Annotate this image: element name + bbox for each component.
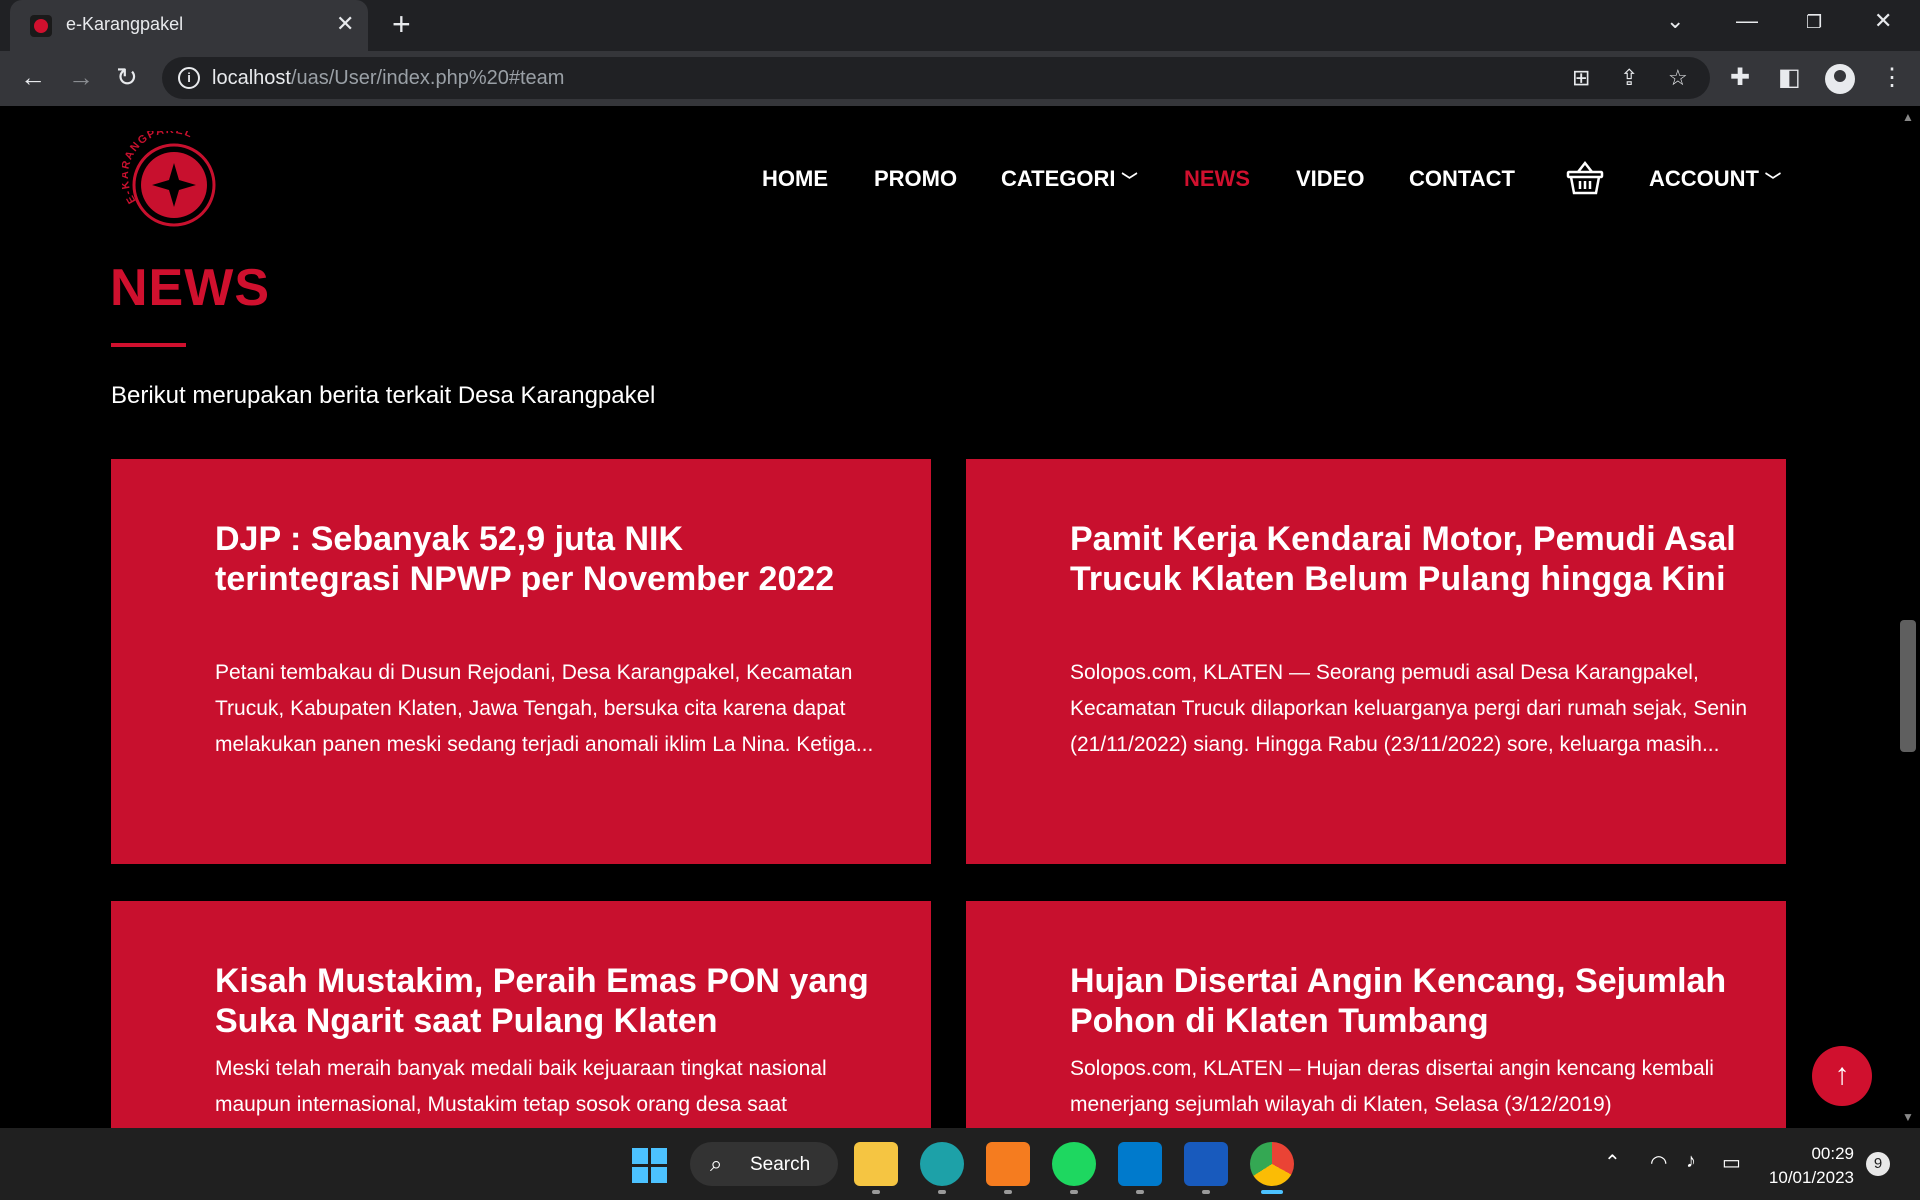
app-active-indicator xyxy=(1261,1190,1283,1194)
app-running-indicator xyxy=(872,1190,880,1194)
browser-tab[interactable]: e-Karangpakel ✕ xyxy=(10,0,368,51)
news-card-title[interactable]: DJP : Sebanyak 52,9 juta NIK terintegras… xyxy=(215,519,865,599)
nav-categori[interactable]: CATEGORI ﹀ xyxy=(1001,166,1138,192)
back-arrow-icon[interactable]: ← xyxy=(20,62,46,93)
menu-kebab-icon[interactable]: ⋮ xyxy=(1880,63,1904,92)
tray-overflow-chevron-icon[interactable]: ⌃ xyxy=(1604,1150,1621,1175)
back-to-top-button[interactable]: ↑ xyxy=(1812,1046,1872,1106)
scrollbar-thumb[interactable] xyxy=(1900,620,1916,752)
shopping-basket-icon[interactable] xyxy=(1566,160,1604,196)
browser-tabbar: e-Karangpakel ✕ + ⌄ — ❐ ✕ xyxy=(0,0,1920,51)
bookmark-star-icon[interactable]: ☆ xyxy=(1668,65,1688,91)
xampp-icon[interactable] xyxy=(986,1142,1030,1186)
close-tab-icon[interactable]: ✕ xyxy=(336,11,354,37)
vscode-icon[interactable] xyxy=(1118,1142,1162,1186)
volume-icon[interactable]: ♪ xyxy=(1686,1150,1696,1173)
side-panel-icon[interactable]: ◧ xyxy=(1778,63,1801,92)
arrow-up-icon: ↑ xyxy=(1834,1058,1850,1091)
news-card-excerpt: Solopos.com, KLATEN – Hujan deras disert… xyxy=(1070,1057,1714,1116)
news-card[interactable]: DJP : Sebanyak 52,9 juta NIK terintegras… xyxy=(111,459,931,864)
nav-categori-label: CATEGORI xyxy=(1001,166,1116,191)
spotify-icon[interactable] xyxy=(1052,1142,1096,1186)
new-tab-icon[interactable]: + xyxy=(392,6,411,43)
site-info-icon[interactable]: i xyxy=(178,67,200,89)
wifi-icon[interactable]: ◠ xyxy=(1650,1150,1667,1175)
clock-date: 10/01/2023 xyxy=(1768,1168,1854,1187)
taskbar-search-label: Search xyxy=(750,1154,811,1175)
news-card-title[interactable]: Hujan Disertai Angin Kencang, Sejumlah P… xyxy=(1070,961,1750,1041)
news-card[interactable]: Kisah Mustakim, Peraih Emas PON yang Suk… xyxy=(111,901,931,1128)
news-card-title[interactable]: Pamit Kerja Kendarai Motor, Pemudi Asal … xyxy=(1070,519,1750,599)
tab-search-chevron-icon[interactable]: ⌄ xyxy=(1666,8,1684,34)
nav-contact[interactable]: CONTACT xyxy=(1409,166,1515,192)
extensions-puzzle-icon[interactable]: ✚ xyxy=(1730,63,1750,92)
share-icon[interactable]: ⇪ xyxy=(1620,65,1638,91)
nav-video[interactable]: VIDEO xyxy=(1296,166,1364,192)
news-card-excerpt: Meski telah meraih banyak medali baik ke… xyxy=(215,1057,827,1116)
news-card-title[interactable]: Kisah Mustakim, Peraih Emas PON yang Suk… xyxy=(215,961,895,1041)
site-logo[interactable]: E-KARANGPAKEL xyxy=(122,131,218,227)
news-card-excerpt: Petani tembakau di Dusun Rejodani, Desa … xyxy=(215,661,874,756)
edge-browser-icon[interactable] xyxy=(920,1142,964,1186)
restore-icon[interactable]: ❐ xyxy=(1806,12,1822,33)
chrome-icon[interactable] xyxy=(1250,1142,1294,1186)
close-window-icon[interactable]: ✕ xyxy=(1874,8,1892,34)
translate-icon[interactable]: ⊞ xyxy=(1572,65,1590,91)
nav-account-label: ACCOUNT xyxy=(1649,166,1759,191)
chevron-down-icon: ﹀ xyxy=(1765,173,1782,190)
forward-arrow-icon[interactable]: → xyxy=(68,62,94,93)
app-running-indicator xyxy=(938,1190,946,1194)
nav-home[interactable]: HOME xyxy=(762,166,828,192)
scroll-up-icon[interactable]: ▲ xyxy=(1902,110,1914,124)
section-subtitle: Berikut merupakan berita terkait Desa Ka… xyxy=(111,382,656,409)
news-card-excerpt: Solopos.com, KLATEN — Seorang pemudi asa… xyxy=(1070,661,1748,756)
app-running-indicator xyxy=(1070,1190,1078,1194)
nav-promo[interactable]: PROMO xyxy=(874,166,957,192)
chevron-down-icon: ﹀ xyxy=(1121,173,1138,190)
scroll-down-icon[interactable]: ▼ xyxy=(1902,1110,1914,1124)
page-scrollbar[interactable]: ▲ ▼ xyxy=(1896,106,1920,1128)
notification-count-badge[interactable]: 9 xyxy=(1866,1152,1890,1176)
profile-avatar-icon[interactable] xyxy=(1825,64,1855,94)
minimize-icon[interactable]: — xyxy=(1736,8,1758,34)
windows-taskbar: ⌕ Search ⌃ ◠ ♪ ▭ 00:29 10/01/2023 9 xyxy=(0,1128,1920,1200)
battery-icon[interactable]: ▭ xyxy=(1722,1150,1741,1175)
app-running-indicator xyxy=(1202,1190,1210,1194)
tab-title: e-Karangpakel xyxy=(66,14,184,34)
clock-time: 00:29 xyxy=(1811,1144,1854,1163)
news-card[interactable]: Pamit Kerja Kendarai Motor, Pemudi Asal … xyxy=(966,459,1786,864)
reload-icon[interactable]: ↻ xyxy=(116,62,138,93)
file-explorer-icon[interactable] xyxy=(854,1142,898,1186)
app-running-indicator xyxy=(1004,1190,1012,1194)
title-underline xyxy=(111,343,186,347)
search-icon: ⌕ xyxy=(710,1151,723,1176)
address-bar[interactable]: i localhost/uas/User/index.php%20#team ⊞… xyxy=(162,57,1710,99)
site-favicon-icon xyxy=(30,15,52,37)
section-title: NEWS xyxy=(110,259,270,317)
app-running-indicator xyxy=(1136,1190,1144,1194)
windows-start-icon[interactable] xyxy=(632,1148,668,1184)
taskbar-search-button[interactable]: ⌕ Search xyxy=(690,1142,838,1186)
nav-news[interactable]: NEWS xyxy=(1184,166,1250,192)
news-card[interactable]: Hujan Disertai Angin Kencang, Sejumlah P… xyxy=(966,901,1786,1128)
web-page: E-KARANGPAKEL HOME PROMO CATEGORI﹀ NEWS … xyxy=(0,106,1896,1128)
taskbar-clock[interactable]: 00:29 10/01/2023 xyxy=(1758,1142,1854,1190)
browser-toolbar: ← → ↻ i localhost/uas/User/index.php%20#… xyxy=(0,51,1920,106)
nav-account[interactable]: ACCOUNT ﹀ xyxy=(1649,166,1781,192)
word-icon[interactable] xyxy=(1184,1142,1228,1186)
url-text[interactable]: localhost/uas/User/index.php%20#team xyxy=(212,67,564,90)
